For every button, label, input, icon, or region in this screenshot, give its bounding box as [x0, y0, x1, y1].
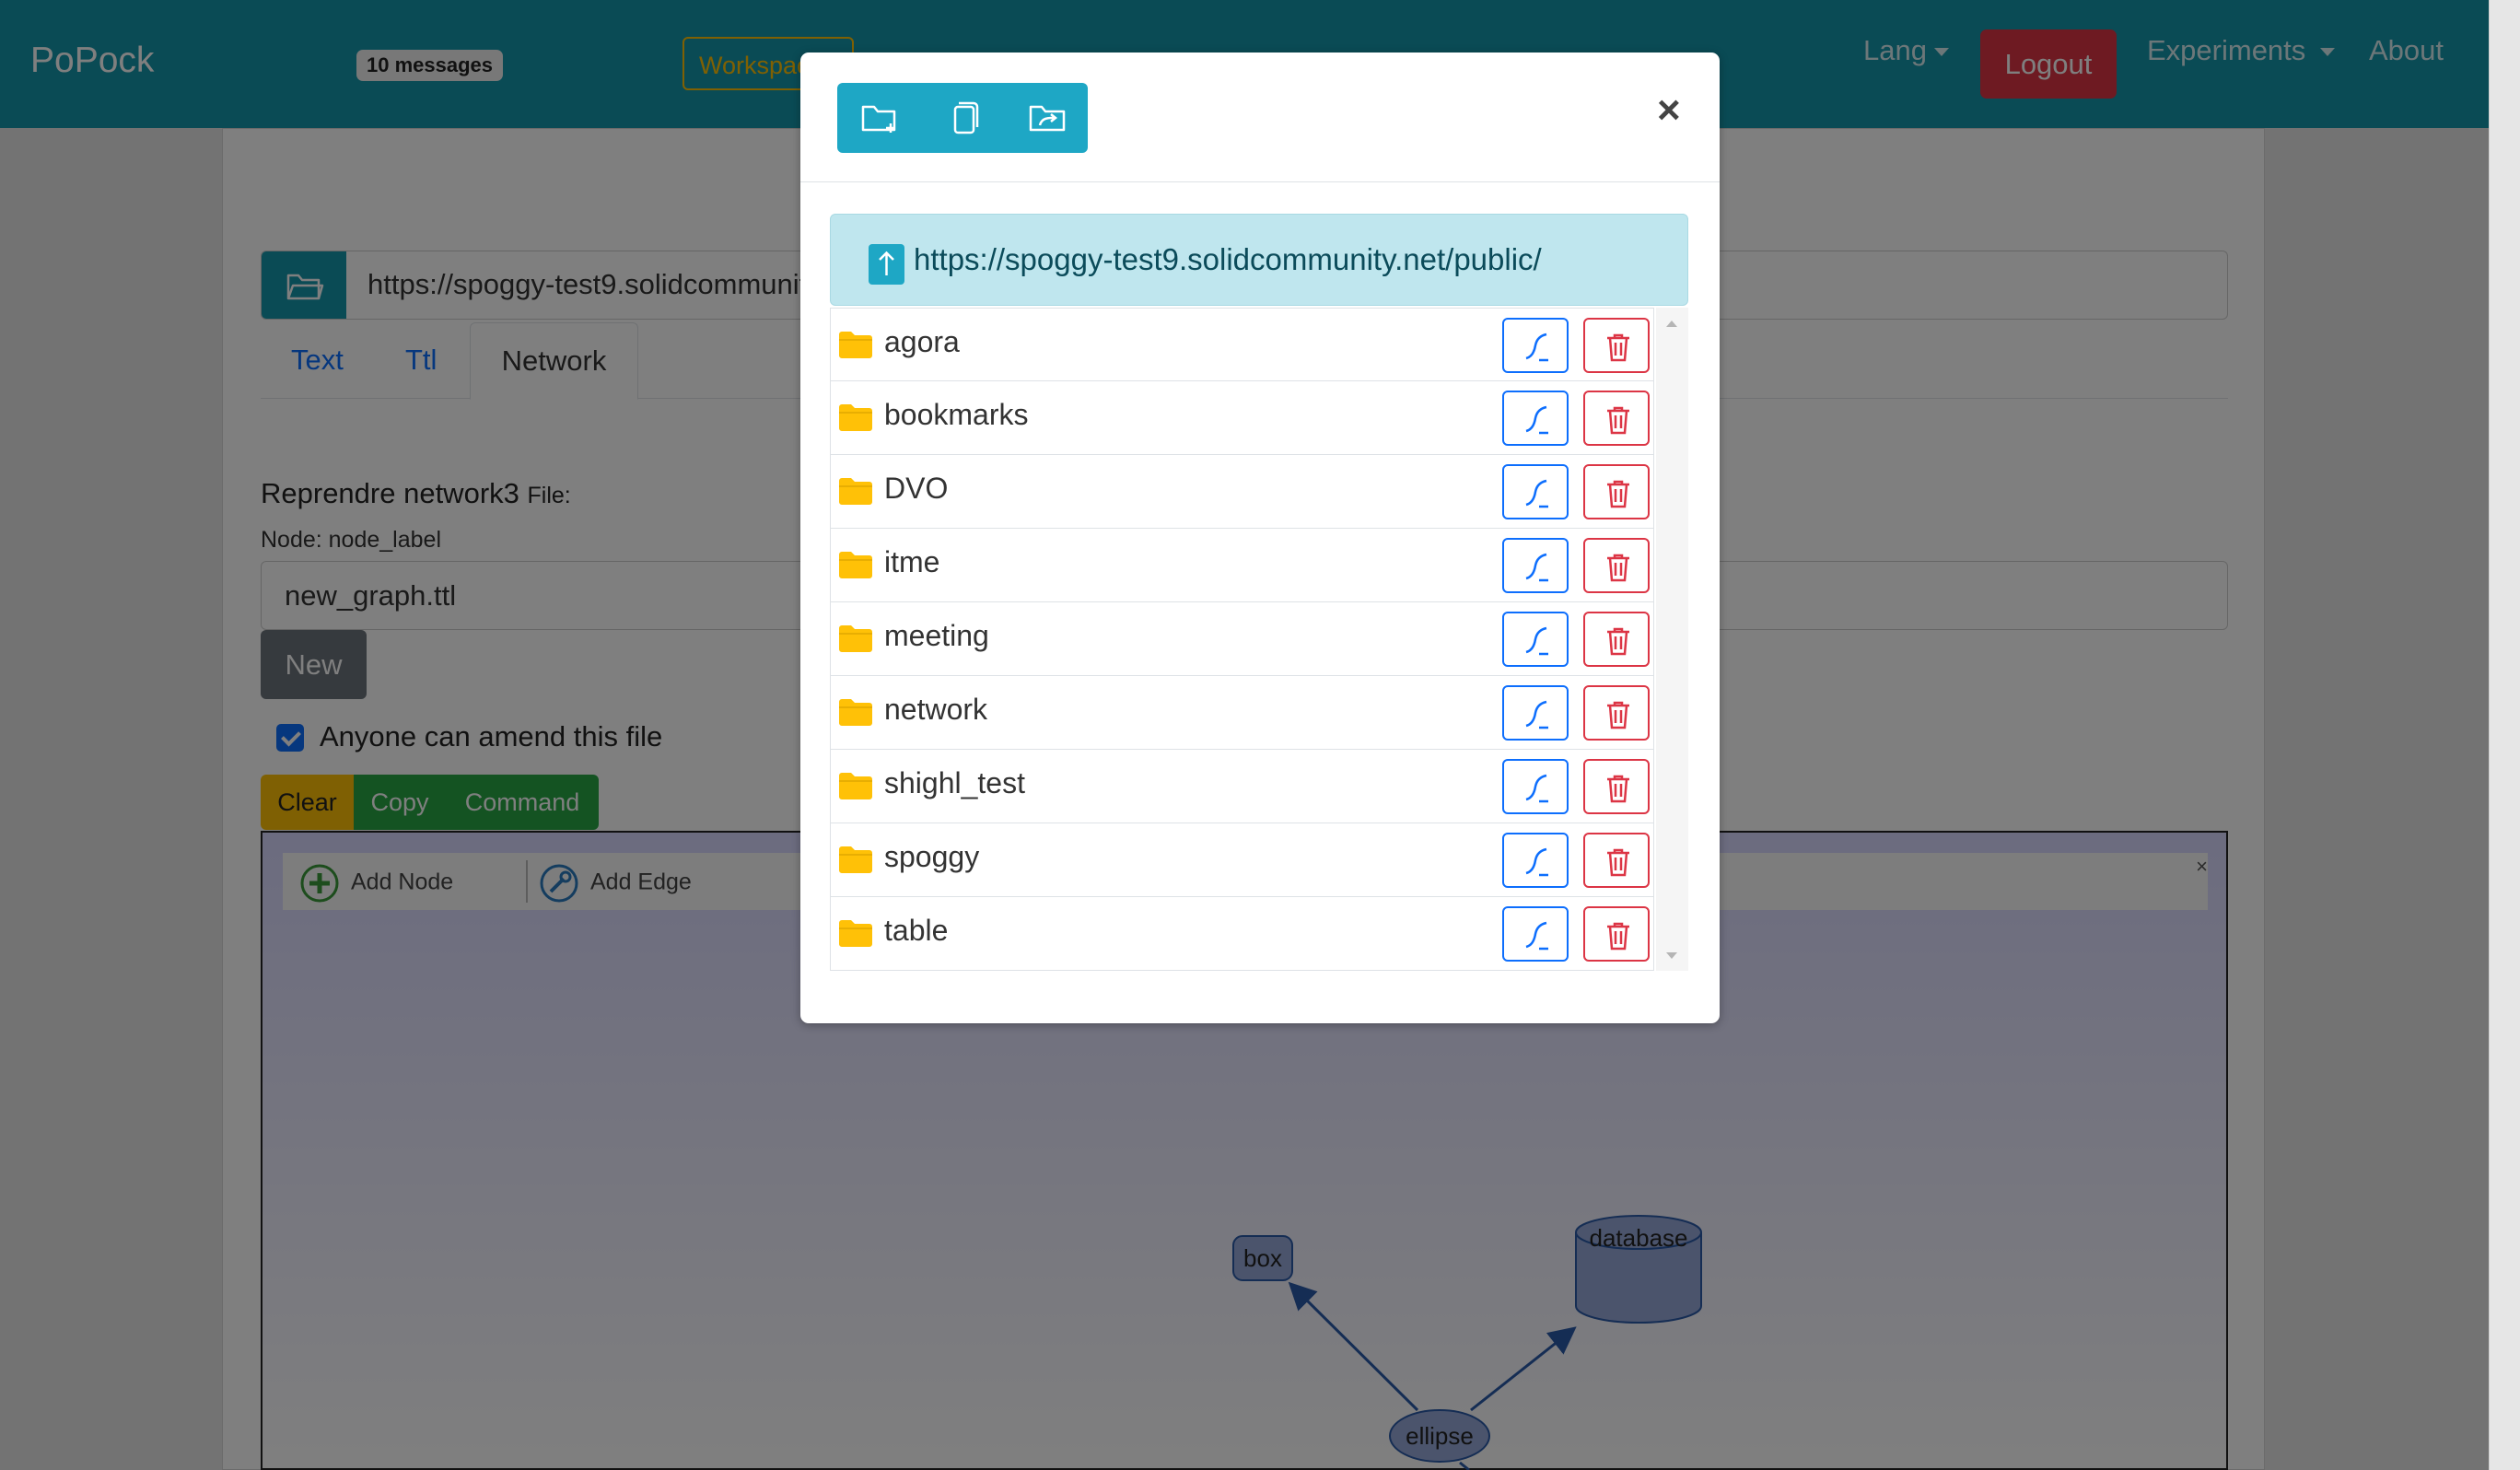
- delete-folder-button[interactable]: [1583, 391, 1650, 446]
- link-icon: [1525, 626, 1548, 656]
- trash-icon: [1607, 333, 1629, 362]
- folder-icon: [839, 699, 872, 726]
- folder-list: agora bookmarks DVO itme meeting network shigh…: [830, 308, 1688, 971]
- delete-folder-button[interactable]: [1583, 906, 1650, 962]
- link-icon: [1525, 479, 1548, 508]
- folder-icon: [839, 552, 872, 578]
- folder-icon: [839, 332, 872, 358]
- open-link-button[interactable]: [1502, 833, 1569, 888]
- folder-icon: [839, 920, 872, 947]
- folder-move-icon: [1029, 105, 1066, 132]
- folder-icon: [839, 625, 872, 652]
- folder-row[interactable]: meeting: [830, 602, 1654, 676]
- open-link-button[interactable]: [1502, 391, 1569, 446]
- folder-plus-icon: [861, 105, 896, 133]
- folder-row[interactable]: spoggy: [830, 823, 1654, 897]
- delete-folder-button[interactable]: [1583, 318, 1650, 373]
- modal-toolbar: [837, 83, 1088, 153]
- open-link-button[interactable]: [1502, 685, 1569, 741]
- folder-name[interactable]: network: [884, 693, 987, 727]
- link-icon: [1525, 332, 1548, 362]
- scroll-down-icon[interactable]: [1666, 952, 1677, 959]
- link-icon: [1525, 700, 1548, 729]
- delete-folder-button[interactable]: [1583, 464, 1650, 519]
- folder-name[interactable]: agora: [884, 325, 960, 359]
- folder-row[interactable]: bookmarks: [830, 381, 1654, 455]
- folder-row[interactable]: network: [830, 676, 1654, 750]
- folder-row[interactable]: agora: [830, 308, 1654, 381]
- link-icon: [1525, 921, 1548, 951]
- arrow-up-icon: [879, 251, 894, 275]
- modal-close-button[interactable]: ×: [1657, 88, 1681, 134]
- delete-folder-button[interactable]: [1583, 759, 1650, 814]
- folder-icon: [839, 478, 872, 505]
- trash-icon: [1607, 775, 1629, 803]
- open-link-button[interactable]: [1502, 538, 1569, 593]
- link-icon: [1525, 553, 1548, 582]
- folder-name[interactable]: shighl_test: [884, 766, 1025, 800]
- trash-icon: [1607, 922, 1629, 951]
- folder-row[interactable]: DVO: [830, 455, 1654, 529]
- trash-icon: [1607, 627, 1629, 656]
- folder-name[interactable]: meeting: [884, 619, 989, 653]
- link-icon: [1525, 405, 1548, 435]
- delete-folder-button[interactable]: [1583, 685, 1650, 741]
- delete-folder-button[interactable]: [1583, 538, 1650, 593]
- trash-icon: [1607, 554, 1629, 582]
- current-path-bar: https://spoggy-test9.solidcommunity.net/…: [830, 214, 1688, 306]
- folder-icon: [839, 404, 872, 431]
- scroll-up-icon[interactable]: [1666, 321, 1677, 327]
- link-icon: [1525, 774, 1548, 803]
- folder-name[interactable]: table: [884, 914, 948, 948]
- move-folder-button[interactable]: [1027, 99, 1068, 136]
- folder-row[interactable]: shighl_test: [830, 750, 1654, 823]
- folder-icon: [839, 846, 872, 873]
- copy-icon: [953, 101, 979, 134]
- file-browser-modal: × https://spoggy-test9.solidcommunity.ne…: [800, 52, 1720, 1023]
- folder-icon: [839, 773, 872, 799]
- folder-name[interactable]: DVO: [884, 472, 948, 506]
- link-icon: [1525, 847, 1548, 877]
- trash-icon: [1607, 406, 1629, 435]
- open-link-button[interactable]: [1502, 906, 1569, 962]
- folder-list-scrollbar[interactable]: [1656, 308, 1688, 971]
- folder-name[interactable]: itme: [884, 545, 939, 579]
- folder-name[interactable]: spoggy: [884, 840, 979, 874]
- delete-folder-button[interactable]: [1583, 612, 1650, 667]
- trash-icon: [1607, 701, 1629, 729]
- modal-header: ×: [800, 52, 1720, 182]
- open-link-button[interactable]: [1502, 464, 1569, 519]
- folder-row[interactable]: table: [830, 897, 1654, 971]
- open-link-button[interactable]: [1502, 759, 1569, 814]
- page-scrollbar[interactable]: [2489, 0, 2520, 1470]
- folder-name[interactable]: bookmarks: [884, 398, 1029, 432]
- copy-files-button[interactable]: [944, 99, 985, 136]
- new-folder-button[interactable]: [859, 99, 900, 136]
- trash-icon: [1607, 848, 1629, 877]
- parent-folder-button[interactable]: [869, 244, 904, 285]
- trash-icon: [1607, 480, 1629, 508]
- delete-folder-button[interactable]: [1583, 833, 1650, 888]
- folder-row[interactable]: itme: [830, 529, 1654, 602]
- open-link-button[interactable]: [1502, 612, 1569, 667]
- open-link-button[interactable]: [1502, 318, 1569, 373]
- current-path[interactable]: https://spoggy-test9.solidcommunity.net/…: [914, 242, 1542, 277]
